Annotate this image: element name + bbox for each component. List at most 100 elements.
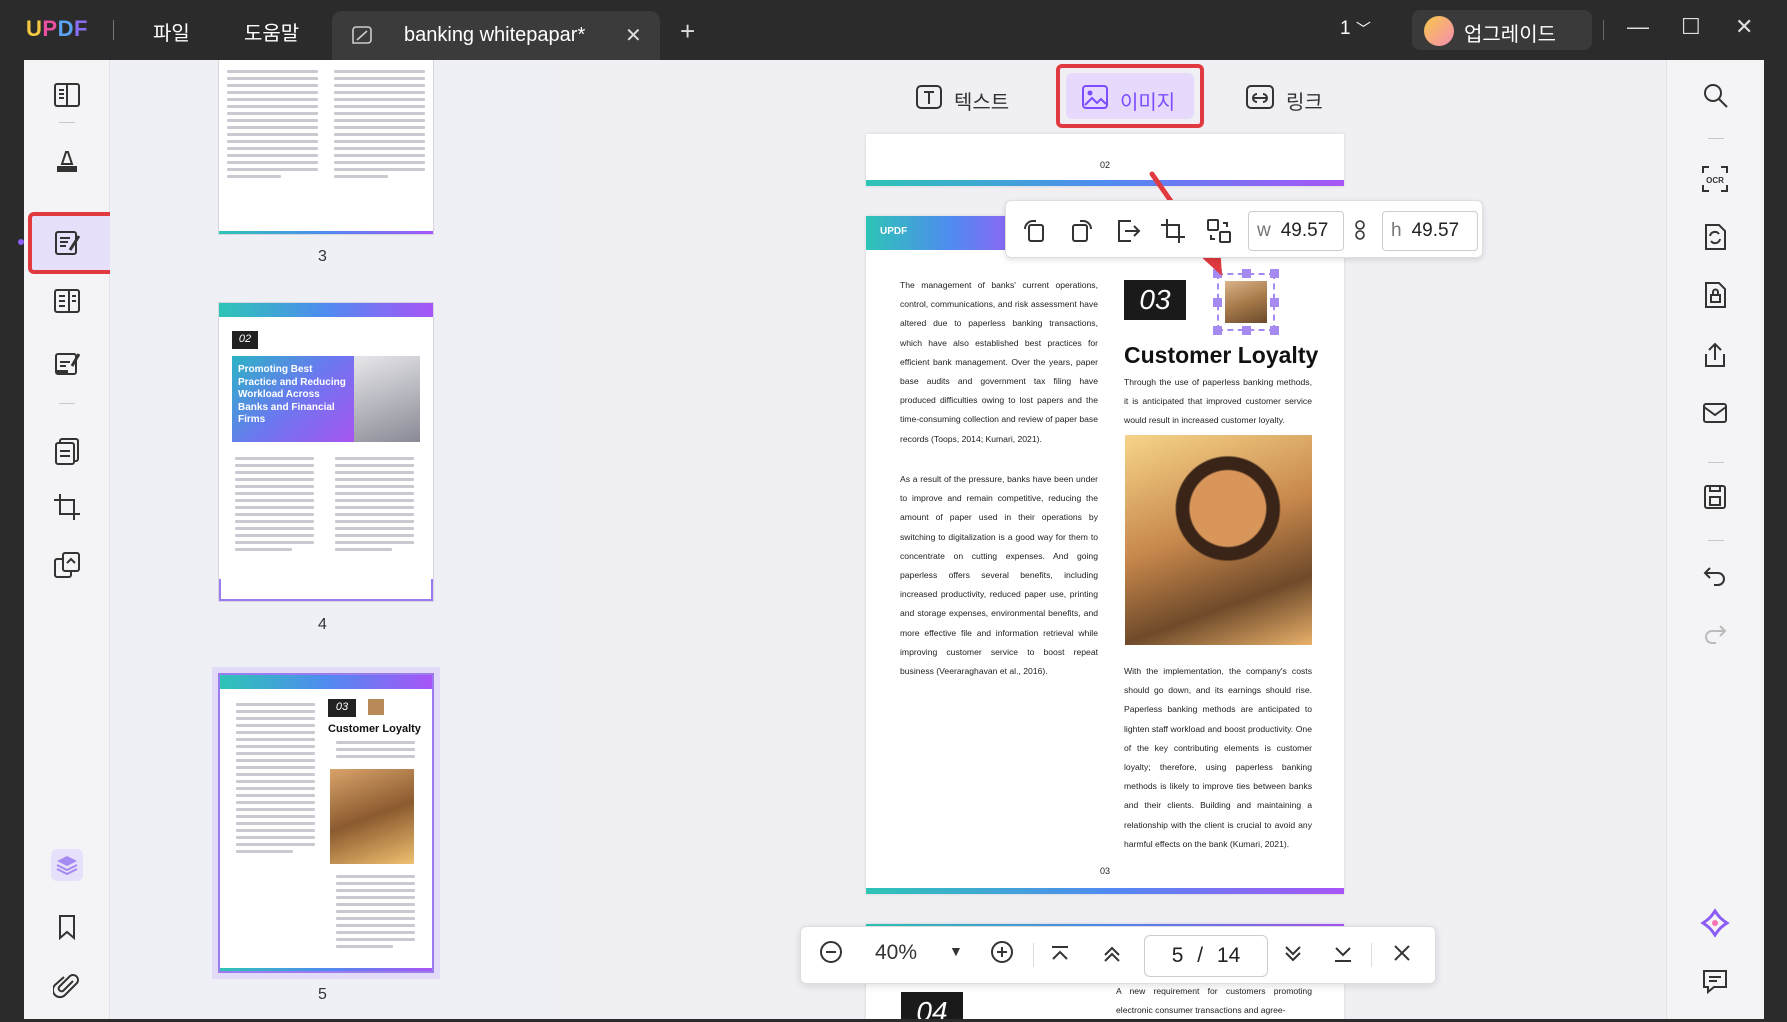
toolbar-divider-2 [59,403,75,404]
resize-handle[interactable] [1270,326,1279,335]
layers-icon[interactable] [48,846,86,884]
convert-icon[interactable] [48,546,86,584]
ocr-icon[interactable]: OCR [1700,164,1732,196]
thumb-text-col [327,453,422,555]
resize-handle[interactable] [1213,298,1222,307]
minimize-icon[interactable]: — [1627,14,1649,40]
crop-image-icon[interactable] [1159,217,1187,245]
resize-handle[interactable] [1242,326,1251,335]
thumb-text-col [328,737,423,762]
organize-pages-icon[interactable] [48,432,86,470]
thumb-woman-image [330,769,414,864]
fill-sign-icon[interactable] [48,344,86,382]
redo-icon[interactable] [1700,618,1732,650]
thumb-laptop-image [354,356,420,442]
width-field[interactable]: w 49.57 [1248,211,1344,251]
thumb-text-col [219,66,326,182]
resize-handle[interactable] [1270,298,1279,307]
attachment-icon[interactable] [48,967,86,1005]
edit-doc-icon [350,25,374,52]
menu-file[interactable]: 파일 [153,17,190,46]
resize-handle[interactable] [1270,269,1279,278]
close-navbar-icon[interactable] [1391,942,1413,970]
share-icon[interactable] [1700,340,1732,372]
ai-assistant-icon[interactable] [1700,908,1732,940]
protect-pdf-icon[interactable] [1700,280,1732,312]
tab-text-edit[interactable]: 텍스트 [914,80,1009,120]
image-mode-highlight-box [1056,64,1204,128]
upgrade-label: 업그레이드 [1464,24,1556,46]
nav-divider [1371,943,1372,967]
title-bar: UPDF 파일 도움말 banking whitepapar* ✕ + 1 ﹀ … [0,0,1787,60]
convert-pdf-icon[interactable] [1700,222,1732,254]
last-page-icon[interactable] [1332,943,1354,971]
pdf-page-prev[interactable]: 02 [866,134,1344,186]
left-paragraph-2: As a result of the pressure, banks have … [900,474,1098,677]
comments-icon[interactable] [1700,966,1732,998]
document-tab[interactable]: banking whitepapar* ✕ [332,11,660,60]
bookmark-icon[interactable] [48,908,86,946]
thumbnail-panel[interactable]: 3 02 Promoting Best Practice and Reducin… [110,60,557,1022]
zoom-out-icon[interactable] [818,939,844,971]
zoom-level[interactable]: 40% [875,941,917,965]
extract-image-icon[interactable] [1113,217,1141,245]
zoom-dropdown-icon[interactable]: ▼ [949,943,963,959]
page-number: 03 [1099,866,1110,876]
next-section-number: 04 [901,992,963,1022]
lock-ratio-icon[interactable] [1354,219,1366,241]
maximize-icon[interactable]: ☐ [1681,14,1701,40]
save-icon[interactable] [1700,482,1732,514]
next-page-icon[interactable] [1282,943,1304,971]
thumbnail-page-3[interactable] [218,60,434,235]
tab-close-icon[interactable]: ✕ [625,23,642,48]
previous-page-icon[interactable] [1101,943,1123,971]
page-number-input[interactable]: 5 / 14 [1144,935,1268,977]
reader-icon[interactable] [48,76,86,114]
thumb-section-number: 02 [232,331,258,349]
customer-service-photo[interactable] [1125,435,1312,645]
menu-help[interactable]: 도움말 [244,17,299,46]
thumbnail-page-5[interactable]: 03 Customer Loyalty [218,673,434,973]
window-count-value: 1 [1340,18,1351,39]
resize-handle[interactable] [1242,269,1251,278]
page-footer-bar [866,180,1344,186]
page-separator: / [1197,944,1204,967]
edit-pdf-icon[interactable] [48,224,86,262]
search-icon[interactable] [1700,80,1732,112]
width-label: w [1257,220,1271,241]
tab-title: banking whitepapar* [404,24,586,46]
current-page: 5 [1171,944,1184,967]
rotate-right-icon[interactable] [1067,217,1095,245]
crop-icon[interactable] [48,488,86,526]
section-title: Customer Loyalty [1124,342,1319,368]
rotate-left-icon[interactable] [1021,217,1049,245]
page-tools-icon[interactable] [48,282,86,320]
height-value: 49.57 [1411,220,1460,241]
tab-link-edit[interactable]: 링크 [1244,80,1323,120]
upgrade-button[interactable]: 업그레이드 [1412,10,1592,50]
text-edit-label: 텍스트 [954,91,1010,114]
thumb-header-bar [219,303,433,317]
thumbnail-page-4[interactable]: 02 Promoting Best Practice and Reducing … [218,302,434,602]
text-edit-icon [914,83,944,117]
resize-handle[interactable] [1213,326,1222,335]
image-edit-toolbar: w 49.57 h 49.57 [1005,200,1483,258]
new-tab-icon[interactable]: + [680,16,695,47]
comment-highlighter-icon[interactable] [48,142,86,180]
updf-logo[interactable]: UPDF [26,16,88,42]
toolbar-divider [1708,462,1724,463]
toolbar-divider [1708,138,1724,139]
right-paragraph: With the implementation, the company's c… [1124,666,1312,849]
chevron-down-icon: ﹀ [1355,21,1371,38]
height-field[interactable]: h 49.57 [1382,211,1478,251]
close-window-icon[interactable]: ✕ [1735,14,1753,40]
undo-icon[interactable] [1700,560,1732,592]
email-icon[interactable] [1700,398,1732,430]
left-paragraph-1: The management of banks' current operati… [900,280,1098,444]
zoom-in-icon[interactable] [989,939,1015,971]
first-page-icon[interactable] [1049,943,1071,971]
right-toolbar: OCR [1666,60,1764,1022]
toolbar-divider [59,122,75,123]
replace-image-icon[interactable] [1205,217,1233,245]
window-count[interactable]: 1 ﹀ [1340,18,1371,40]
